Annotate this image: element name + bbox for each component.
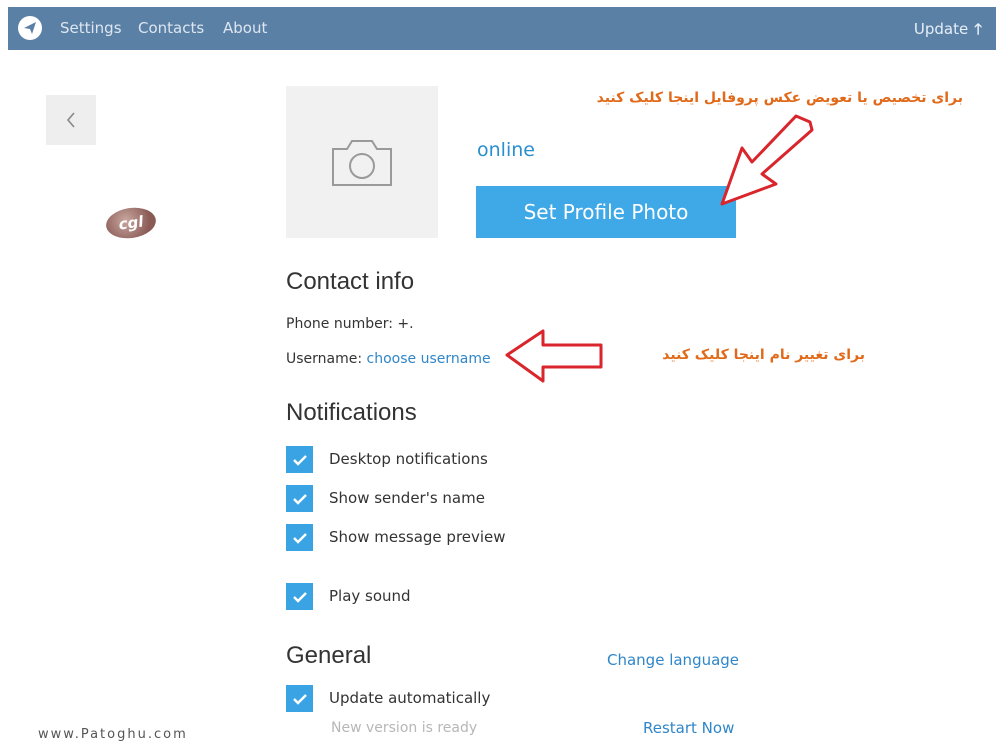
menu-about[interactable]: About xyxy=(223,19,267,37)
chevron-left-icon xyxy=(66,112,75,128)
online-status: online xyxy=(477,139,535,161)
checkmark-icon xyxy=(292,591,307,603)
checkmark-icon xyxy=(292,693,307,705)
annotation-arrow-photo xyxy=(720,114,814,206)
desktop-notifications-checkbox[interactable] xyxy=(286,446,313,473)
show-sender-name-checkbox[interactable] xyxy=(286,485,313,512)
username-row: Username: choose username xyxy=(286,351,491,367)
username-label: Username: xyxy=(286,351,363,367)
notifications-title: Notifications xyxy=(286,399,417,426)
top-bar: Settings Contacts About Update 🡑 xyxy=(8,7,996,50)
new-version-status: New version is ready xyxy=(331,720,478,736)
checkmark-icon xyxy=(292,454,307,466)
watermark-logo: cgl xyxy=(104,204,158,242)
update-automatically-checkbox[interactable] xyxy=(286,685,313,712)
profile-photo-placeholder[interactable] xyxy=(286,86,438,238)
phone-number-row: Phone number: +. xyxy=(286,316,414,332)
back-button[interactable] xyxy=(46,95,96,145)
annotation-photo: برای تخصیص یا تعویض عکس پروفایل اینجا کل… xyxy=(596,90,963,106)
update-button[interactable]: Update 🡑 xyxy=(914,19,982,44)
set-profile-photo-button[interactable]: Set Profile Photo xyxy=(476,186,736,238)
site-watermark: www.Patoghu.com xyxy=(38,727,188,742)
show-message-preview-checkbox[interactable] xyxy=(286,524,313,551)
play-sound-label: Play sound xyxy=(329,587,411,605)
annotation-username: برای تغییر نام اینجا کلیک کنید xyxy=(662,347,865,363)
show-message-preview-label: Show message preview xyxy=(329,528,506,546)
up-arrow-icon: 🡑 xyxy=(974,20,982,38)
play-sound-checkbox[interactable] xyxy=(286,583,313,610)
desktop-notifications-label: Desktop notifications xyxy=(329,450,488,468)
change-language-link[interactable]: Change language xyxy=(607,651,739,669)
checkmark-icon xyxy=(292,532,307,544)
update-label: Update xyxy=(913,20,969,38)
choose-username-link[interactable]: choose username xyxy=(367,351,491,367)
annotation-arrow-username xyxy=(505,329,603,383)
menu-settings[interactable]: Settings xyxy=(60,19,122,37)
restart-now-link[interactable]: Restart Now xyxy=(643,719,734,737)
menu-contacts[interactable]: Contacts xyxy=(138,19,204,37)
telegram-plane-icon[interactable] xyxy=(18,16,42,40)
checkmark-icon xyxy=(292,493,307,505)
camera-icon xyxy=(332,140,392,186)
show-sender-name-label: Show sender's name xyxy=(329,489,485,507)
general-title: General xyxy=(286,642,372,669)
update-automatically-label: Update automatically xyxy=(329,689,491,707)
contact-info-title: Contact info xyxy=(286,268,415,295)
